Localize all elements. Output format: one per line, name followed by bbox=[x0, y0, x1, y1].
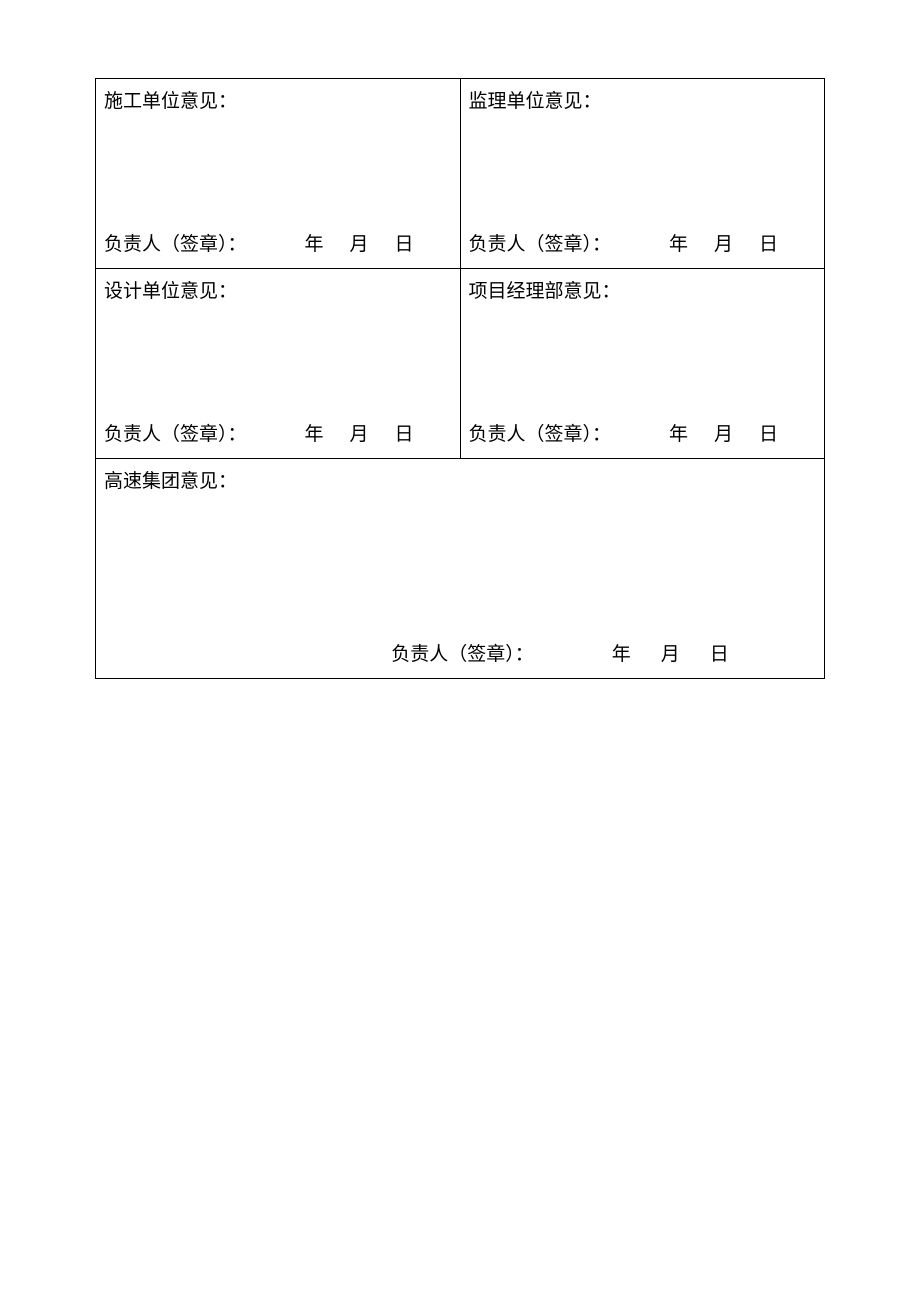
approval-table: 施工单位意见： 负责人（签章）： 年 月 日 监理单位意见： bbox=[95, 78, 825, 679]
supervision-sign-row: 负责人（签章）： 年 月 日 bbox=[469, 228, 817, 262]
construction-opinion-cell: 施工单位意见： 负责人（签章）： 年 月 日 bbox=[96, 79, 461, 269]
month-label: 月 bbox=[714, 418, 733, 452]
month-label: 月 bbox=[661, 638, 680, 672]
year-label: 年 bbox=[305, 228, 324, 262]
day-label: 日 bbox=[395, 418, 414, 452]
expressway-group-sign-row: 负责人（签章）： 年 月 日 bbox=[391, 638, 729, 672]
year-label: 年 bbox=[305, 418, 324, 452]
year-label: 年 bbox=[669, 228, 688, 262]
sign-label: 负责人（签章）： bbox=[104, 418, 247, 452]
month-label: 月 bbox=[350, 418, 369, 452]
sign-label: 负责人（签章）： bbox=[469, 418, 612, 452]
day-label: 日 bbox=[759, 228, 778, 262]
month-label: 月 bbox=[714, 228, 733, 262]
day-label: 日 bbox=[395, 228, 414, 262]
month-label: 月 bbox=[350, 228, 369, 262]
project-manager-sign-row: 负责人（签章）： 年 月 日 bbox=[469, 418, 817, 452]
sign-label: 负责人（签章）： bbox=[104, 228, 247, 262]
table-row: 高速集团意见： 负责人（签章）： 年 月 日 bbox=[96, 459, 825, 679]
year-label: 年 bbox=[669, 418, 688, 452]
sign-label: 负责人（签章）： bbox=[469, 228, 612, 262]
approval-form-page: 施工单位意见： 负责人（签章）： 年 月 日 监理单位意见： bbox=[0, 0, 920, 679]
design-opinion-cell: 设计单位意见： 负责人（签章）： 年 月 日 bbox=[96, 269, 461, 459]
sign-label: 负责人（签章）： bbox=[391, 638, 534, 672]
design-opinion-title: 设计单位意见： bbox=[104, 275, 452, 309]
project-manager-opinion-title: 项目经理部意见： bbox=[469, 275, 817, 309]
expressway-group-opinion-cell: 高速集团意见： 负责人（签章）： 年 月 日 bbox=[96, 459, 825, 679]
day-label: 日 bbox=[710, 638, 729, 672]
supervision-opinion-cell: 监理单位意见： 负责人（签章）： 年 月 日 bbox=[460, 79, 825, 269]
day-label: 日 bbox=[759, 418, 778, 452]
construction-sign-row: 负责人（签章）： 年 月 日 bbox=[104, 228, 452, 262]
table-row: 设计单位意见： 负责人（签章）： 年 月 日 项目经理部意见： bbox=[96, 269, 825, 459]
construction-opinion-title: 施工单位意见： bbox=[104, 85, 452, 119]
project-manager-opinion-cell: 项目经理部意见： 负责人（签章）： 年 月 日 bbox=[460, 269, 825, 459]
year-label: 年 bbox=[612, 638, 631, 672]
supervision-opinion-title: 监理单位意见： bbox=[469, 85, 817, 119]
table-row: 施工单位意见： 负责人（签章）： 年 月 日 监理单位意见： bbox=[96, 79, 825, 269]
design-sign-row: 负责人（签章）： 年 月 日 bbox=[104, 418, 452, 452]
expressway-group-opinion-title: 高速集团意见： bbox=[104, 465, 816, 499]
